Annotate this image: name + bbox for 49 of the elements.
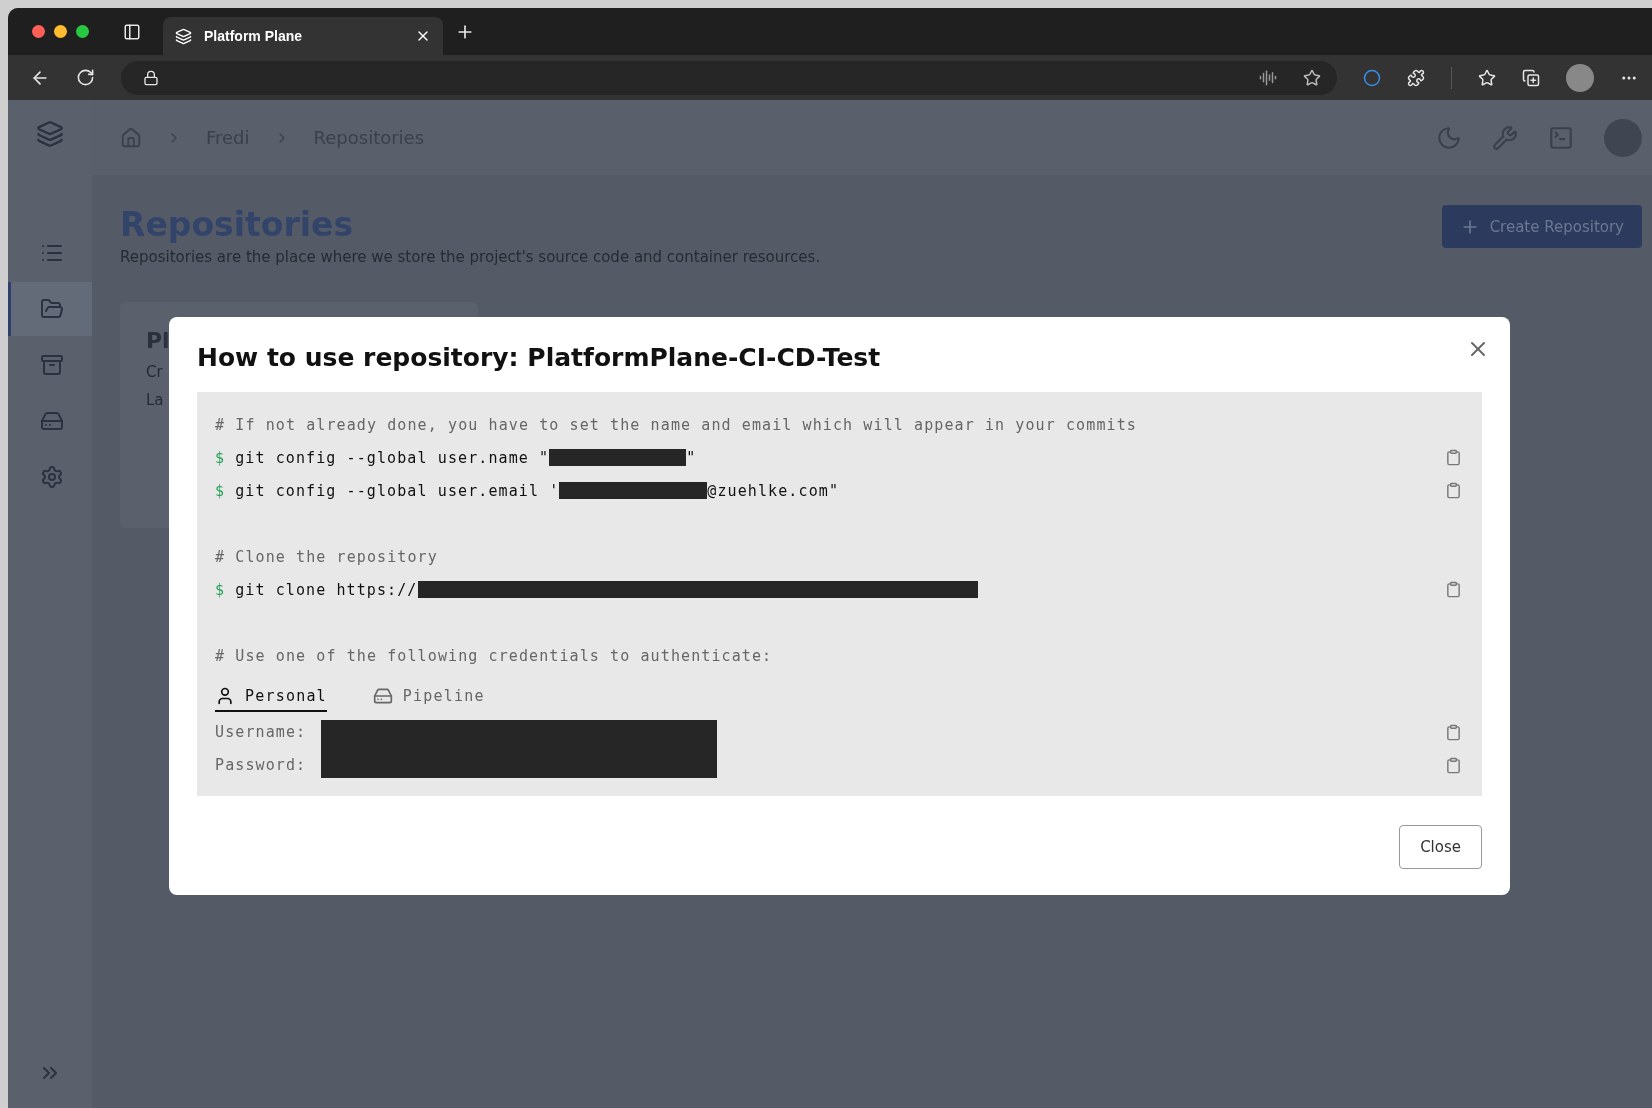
code-command: ": [686, 448, 697, 467]
code-comment: # Use one of the following credentials to authenticate:: [215, 646, 773, 665]
favorite-star-icon[interactable]: [1303, 68, 1321, 87]
collections-icon[interactable]: [1522, 68, 1540, 87]
minimize-window-dot[interactable]: [54, 25, 67, 38]
server-icon: [39, 409, 64, 433]
folder-icon: [39, 297, 64, 321]
person-icon: [215, 686, 235, 706]
code-command: @zuehlke.com": [707, 481, 840, 500]
archive-box-icon: [39, 353, 64, 377]
sidebar-item[interactable]: [8, 282, 92, 336]
prompt-sign: $: [215, 448, 226, 467]
copy-icon[interactable]: [1445, 724, 1462, 741]
favorites-icon[interactable]: [1478, 68, 1496, 87]
code-command: git config --global user.email ': [235, 481, 560, 500]
code-comment: # If not already done, you have to set the name and email which will appear in your commits: [215, 415, 1137, 434]
field-label: Username:: [215, 722, 308, 743]
layers-logo-icon[interactable]: [36, 120, 64, 148]
read-aloud-icon[interactable]: [1259, 68, 1277, 87]
copy-icon[interactable]: [1445, 581, 1462, 598]
maximize-window-dot[interactable]: [76, 25, 89, 38]
sidebar-toggle-icon[interactable]: [123, 22, 141, 41]
layers-icon: [175, 27, 192, 45]
credential-tab[interactable]: Pipeline: [372, 686, 485, 712]
create-repository-button[interactable]: Create Repository: [1441, 205, 1642, 248]
settings-icon: [39, 465, 64, 489]
card-text: La: [146, 391, 164, 409]
puzzle-icon[interactable]: [1407, 68, 1425, 87]
credential-tab[interactable]: Personal: [215, 686, 327, 712]
card-text: Cr: [146, 363, 163, 381]
prompt-sign: $: [215, 481, 226, 500]
profile-avatar[interactable]: [1566, 63, 1594, 92]
close-window-dot[interactable]: [32, 25, 45, 38]
browser-tab[interactable]: Platform Plane: [163, 17, 443, 55]
code-comment: # Clone the repository: [215, 547, 438, 566]
copy-icon[interactable]: [1445, 449, 1462, 466]
copy-icon[interactable]: [1445, 482, 1462, 499]
code-command: git clone https://: [235, 580, 418, 599]
copy-icon[interactable]: [1445, 757, 1462, 774]
dialog-title: How to use repository: PlatformPlane-CI-CD-Test: [197, 343, 882, 372]
close-button[interactable]: Close: [1399, 825, 1482, 869]
prompt-sign: $: [215, 580, 226, 599]
reload-icon[interactable]: [76, 68, 95, 87]
lock-icon: [143, 69, 159, 86]
drive-icon: [372, 686, 393, 706]
extension-icon[interactable]: [1363, 68, 1381, 87]
tab-title: Platform Plane: [204, 28, 304, 44]
code-command: git config --global user.name ": [235, 448, 550, 467]
field-label: Password:: [215, 755, 308, 776]
